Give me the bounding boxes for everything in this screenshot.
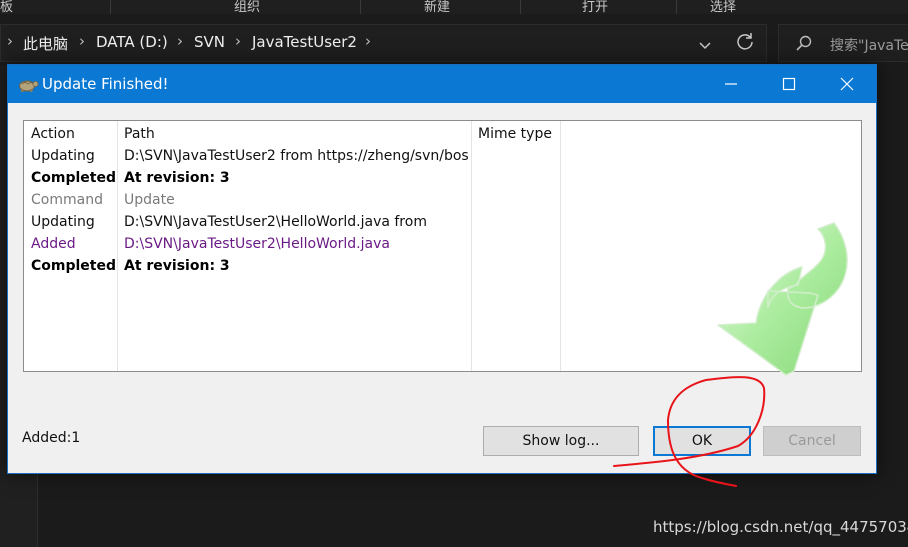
update-finished-dialog: Update Finished! Action Path Mime type U… [7,64,877,474]
search-box[interactable]: 搜索"JavaTe [778,24,908,62]
refresh-icon[interactable] [735,31,755,51]
row-path[interactable]: At revision: 3 [124,170,230,186]
tortoise-icon [19,80,39,92]
column-header-action[interactable]: Action [31,126,75,142]
chevron-right-icon[interactable]: › [235,32,241,50]
breadcrumb-javatestuser2[interactable]: JavaTestUser2 [252,33,357,51]
row-action[interactable]: Completed [31,170,116,186]
ribbon-divider [110,0,111,14]
row-action[interactable]: Completed [31,258,116,274]
row-action[interactable]: Added [31,236,76,252]
column-divider [560,121,561,371]
breadcrumb-this-pc[interactable]: 此电脑 [23,33,68,54]
close-button[interactable] [818,65,876,103]
row-action[interactable]: Updating [31,214,95,230]
chevron-right-icon[interactable]: › [7,32,13,50]
address-row: › 此电脑 › DATA (D:) › SVN › JavaTestUser2 … [0,20,908,66]
row-action[interactable]: Updating [31,148,95,164]
maximize-button[interactable] [760,65,818,103]
row-path[interactable]: D:\SVN\JavaTestUser2\HelloWorld.java fro… [124,214,427,230]
explorer-ribbon: 板 组织 新建 打开 选择 [0,0,908,15]
show-log-button[interactable]: Show log... [483,426,639,456]
row-path[interactable]: D:\SVN\JavaTestUser2\HelloWorld.java [124,236,390,252]
ribbon-divider [360,0,361,14]
minimize-button[interactable] [702,65,760,103]
search-placeholder: 搜索"JavaTe [830,38,908,54]
ribbon-divider [676,0,677,14]
watermark-text: https://blog.csdn.net/qq_44757034 [653,518,908,536]
column-header-mime-type[interactable]: Mime type [478,126,552,142]
explorer-content-edge [877,66,908,547]
dialog-title: Update Finished! [42,75,169,93]
row-path[interactable]: D:\SVN\JavaTestUser2 from https://zheng/… [124,148,469,164]
chevron-right-icon[interactable]: › [79,32,85,50]
column-divider [117,121,118,371]
breadcrumb[interactable]: › 此电脑 › DATA (D:) › SVN › JavaTestUser2 … [0,24,767,62]
cancel-button[interactable]: Cancel [763,426,861,456]
column-header-path[interactable]: Path [124,126,155,142]
update-arrow-icon [717,222,848,376]
row-action[interactable]: Command [31,192,103,208]
ok-button[interactable]: OK [653,426,751,456]
chevron-down-icon[interactable] [695,35,715,55]
close-icon [840,77,854,91]
chevron-right-icon[interactable]: › [177,32,183,50]
row-path[interactable]: At revision: 3 [124,258,230,274]
ribbon-group-clipboard[interactable]: 板 [0,0,13,15]
ribbon-group-open[interactable]: 打开 [582,0,608,15]
status-added-count: Added:1 [22,430,81,446]
ribbon-group-new[interactable]: 新建 [424,0,450,15]
column-divider [471,121,472,371]
row-path[interactable]: Update [124,192,175,208]
search-icon [796,35,812,51]
breadcrumb-data-drive[interactable]: DATA (D:) [96,33,168,51]
dialog-titlebar[interactable]: Update Finished! [8,65,876,103]
ribbon-divider [520,0,521,14]
ribbon-group-select[interactable]: 选择 [710,0,736,15]
breadcrumb-svn[interactable]: SVN [194,33,225,51]
ribbon-group-organize[interactable]: 组织 [234,0,260,15]
chevron-right-icon[interactable]: › [365,32,371,50]
maximize-icon [782,77,796,91]
minimize-icon [725,83,737,85]
